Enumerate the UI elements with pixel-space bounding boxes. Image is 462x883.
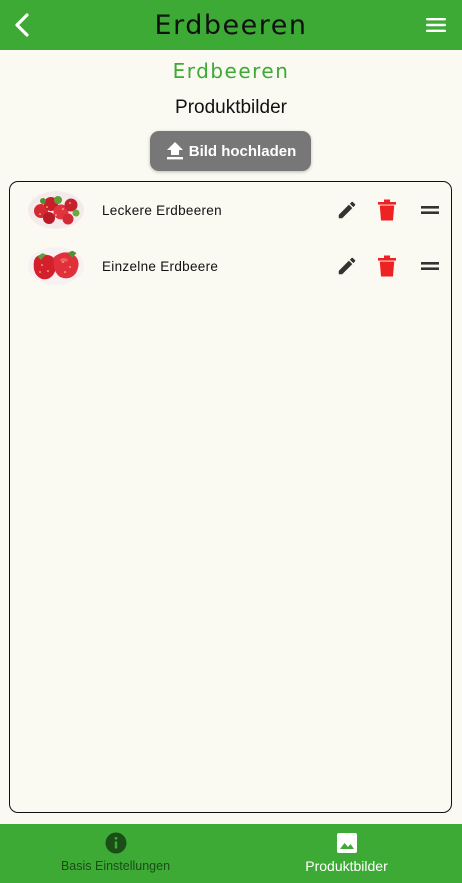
drag-handle[interactable]: [420, 256, 442, 276]
section-title: Produktbilder: [175, 97, 287, 118]
edit-button[interactable]: [336, 199, 358, 221]
back-button[interactable]: [6, 9, 38, 41]
drag-handle-icon: [421, 206, 439, 214]
app-header: Erdbeeren: [0, 0, 462, 50]
info-icon: [105, 832, 126, 854]
nav-basis-einstellungen[interactable]: Basis Einstellungen: [0, 824, 231, 883]
list-item: Leckere Erdbeeren: [10, 188, 451, 232]
pencil-icon: [338, 201, 356, 219]
app-screen: Erdbeeren Erdbeeren Produktbilder Bild h…: [0, 0, 462, 883]
nav-label: Basis Einstellungen: [60, 859, 171, 873]
chevron-left-icon: [15, 13, 29, 37]
nav-label: Produktbilder: [305, 858, 388, 874]
nav-produktbilder[interactable]: Produktbilder: [231, 824, 462, 883]
header-title: Erdbeeren: [154, 9, 308, 41]
single-strawberry-thumbnail: [28, 247, 84, 285]
image-list: Leckere Erdbeeren Einzelne Erdbeere: [9, 181, 452, 813]
delete-button[interactable]: [377, 255, 397, 277]
bottom-navigation: Basis Einstellungen Produktbilder: [0, 824, 462, 883]
strawberries-bowl-thumbnail: [28, 191, 84, 229]
image-label: Einzelne Erdbeere: [102, 258, 219, 274]
trash-icon: [378, 255, 396, 277]
product-name: Erdbeeren: [172, 59, 290, 83]
delete-button[interactable]: [377, 199, 397, 221]
trash-icon: [378, 199, 396, 221]
drag-handle-icon: [421, 262, 439, 270]
drag-handle[interactable]: [420, 200, 442, 220]
upload-button-label: Bild hochladen: [188, 142, 297, 160]
upload-icon: [166, 142, 183, 160]
menu-button[interactable]: [424, 12, 448, 38]
pencil-icon: [338, 257, 356, 275]
image-label: Leckere Erdbeeren: [102, 202, 222, 218]
upload-image-button[interactable]: Bild hochladen: [150, 131, 311, 171]
image-icon: [336, 833, 357, 853]
list-item: Einzelne Erdbeere: [10, 244, 451, 288]
edit-button[interactable]: [336, 255, 358, 277]
hamburger-menu-icon: [426, 18, 446, 32]
